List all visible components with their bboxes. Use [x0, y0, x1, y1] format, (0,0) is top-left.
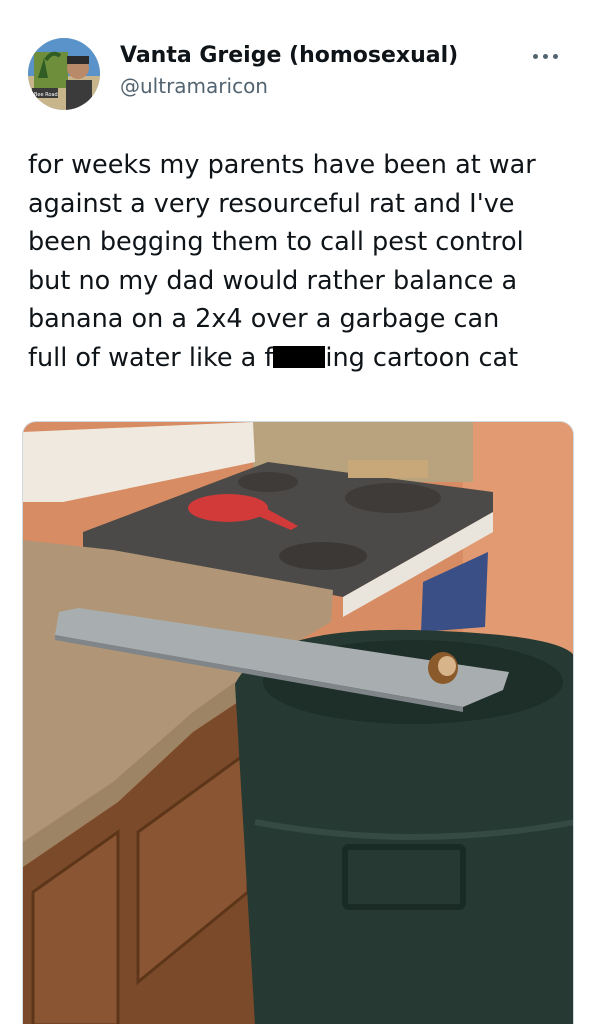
- redaction-bar: [273, 345, 326, 368]
- tweet-line: banana on a 2x4 over a garbage can: [28, 304, 500, 334]
- avatar-image: Bee Road: [28, 38, 100, 110]
- tweet-line: against a very resourceful rat and I've: [28, 188, 515, 219]
- tweet-line: but no my dad would rather balance a: [28, 265, 518, 296]
- tweet-header: Bee Road Vanta Greige (homosexual) @ultr…: [0, 0, 591, 120]
- avatar[interactable]: Bee Road: [28, 38, 100, 110]
- author-display-name[interactable]: Vanta Greige (homosexual): [120, 42, 458, 70]
- tweet-line: been begging them to call pest control: [28, 227, 524, 257]
- photo-banana-flesh: [438, 656, 456, 676]
- author-info: Vanta Greige (homosexual) @ultramaricon: [120, 42, 458, 100]
- photo-burner: [345, 483, 441, 513]
- more-horizontal-icon[interactable]: [525, 44, 565, 68]
- tweet-text-suffix: ing cartoon cat: [325, 342, 519, 373]
- tweet-line-last: full of water like a f ing cartoon cat: [28, 339, 573, 378]
- photo-trap: [348, 460, 428, 478]
- photo-burner: [238, 472, 298, 492]
- avatar-caption: Bee Road: [34, 92, 58, 98]
- more-dot: [552, 53, 558, 59]
- photo-burner: [279, 542, 367, 570]
- tweet-line: for weeks my parents have been at war: [28, 150, 536, 180]
- more-dot: [542, 53, 548, 59]
- tweet-text-prefix: full of water like a f: [28, 342, 274, 373]
- more-dot: [532, 53, 538, 59]
- photo-kitchen-trap: [23, 422, 573, 1024]
- author-handle[interactable]: @ultramaricon: [120, 72, 458, 100]
- tweet-photo[interactable]: [22, 421, 574, 1024]
- tweet-text: for weeks my parents have been at war ag…: [28, 146, 573, 377]
